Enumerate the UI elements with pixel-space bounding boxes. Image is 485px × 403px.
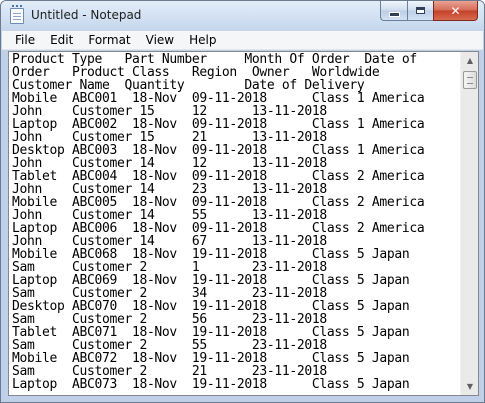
maximize-button[interactable] — [407, 1, 433, 21]
menu-format[interactable]: Format — [81, 31, 138, 50]
title-bar[interactable]: Untitled - Notepad ✕ — [1, 1, 484, 31]
window-title: Untitled - Notepad — [31, 8, 142, 22]
scroll-down-arrow-icon: ▼ — [466, 382, 474, 391]
scroll-up-button[interactable]: ▲ — [462, 52, 478, 69]
scroll-up-arrow-icon: ▲ — [466, 56, 474, 65]
scroll-down-button[interactable]: ▼ — [462, 378, 478, 395]
vertical-scrollbar[interactable]: ▲ ▼ — [460, 52, 478, 395]
text-editor[interactable]: Product Type Part Number Month Of Order … — [9, 52, 460, 395]
menu-bar: File Edit Format View Help — [2, 31, 483, 50]
minimize-icon — [388, 11, 400, 17]
close-button[interactable]: ✕ — [433, 1, 478, 21]
menu-view[interactable]: View — [139, 31, 182, 50]
maximize-icon — [416, 7, 425, 14]
close-icon: ✕ — [450, 3, 461, 18]
minimize-button[interactable] — [380, 1, 407, 21]
menu-help[interactable]: Help — [182, 31, 224, 50]
menu-file[interactable]: File — [8, 31, 43, 50]
text-line: Laptop ABC073 18-Nov 19-11-2018 Class 5 … — [12, 377, 410, 392]
notepad-icon[interactable] — [10, 5, 24, 24]
editor-frame: Product Type Part Number Month Of Order … — [8, 51, 479, 396]
scroll-thumb[interactable] — [463, 71, 477, 89]
notepad-window: Untitled - Notepad ✕ File Edit Format Vi… — [0, 0, 485, 403]
caption-buttons: ✕ — [380, 1, 478, 21]
menu-edit[interactable]: Edit — [43, 31, 81, 50]
